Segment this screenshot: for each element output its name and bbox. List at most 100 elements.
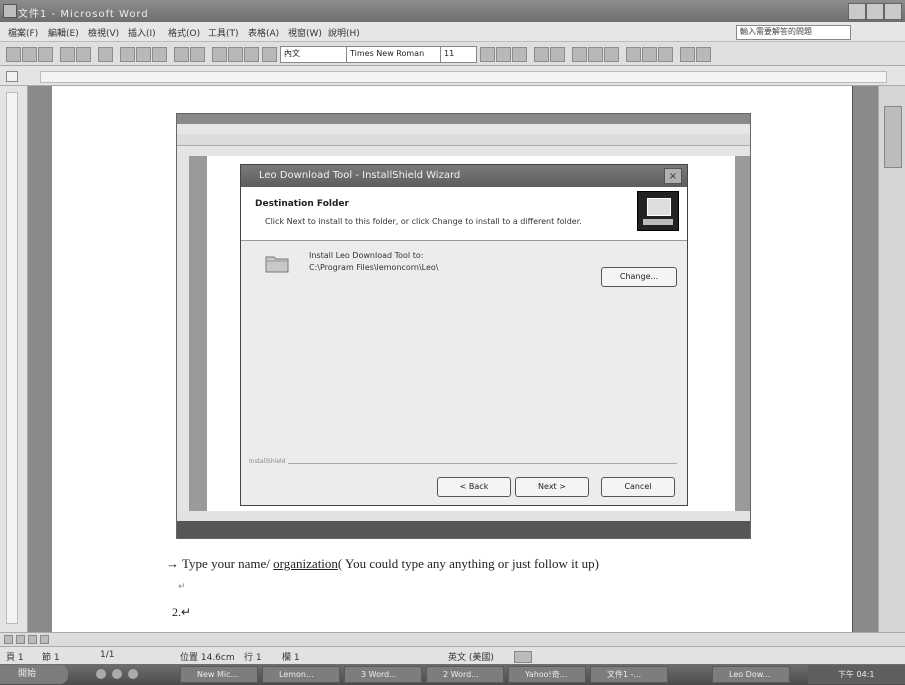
preview-icon[interactable] xyxy=(76,47,91,62)
install-label: Install Leo Download Tool to: xyxy=(309,251,424,260)
quicklaunch-icon[interactable] xyxy=(96,669,106,679)
embedded-taskbar xyxy=(177,521,750,538)
monitor-icon xyxy=(647,198,671,216)
drawing-icon[interactable] xyxy=(244,47,259,62)
system-tray: 下午 04:1 xyxy=(808,665,905,684)
task-button[interactable]: Yahoo!奇... xyxy=(508,666,586,683)
italic-icon[interactable] xyxy=(496,47,511,62)
quicklaunch-icon[interactable] xyxy=(128,669,138,679)
dialog-header-title: Destination Folder xyxy=(255,199,349,209)
status-pages: 1/1 xyxy=(100,650,115,660)
embedded-statusbar xyxy=(177,511,750,521)
embedded-menubar xyxy=(177,124,750,134)
window-title: 文件1 - Microsoft Word xyxy=(18,9,149,20)
menu-window[interactable]: 視窗(W) xyxy=(288,26,322,39)
scroll-thumb[interactable] xyxy=(884,106,902,168)
outline-view-icon[interactable] xyxy=(40,635,49,644)
web-view-icon[interactable] xyxy=(16,635,25,644)
underline-icon[interactable] xyxy=(512,47,527,62)
menu-insert[interactable]: 插入(I) xyxy=(128,26,156,39)
vertical-ruler-scale xyxy=(6,92,18,624)
list-item-number[interactable]: 2.↵ xyxy=(172,605,191,620)
dialog-titlebar[interactable]: Leo Download Tool - InstallShield Wizard xyxy=(241,165,687,187)
installshield-dialog: Leo Download Tool - InstallShield Wizard… xyxy=(240,164,688,506)
menu-file[interactable]: 檔案(F) xyxy=(8,26,38,39)
help-question-input[interactable]: 輸入需要解答的問題 xyxy=(736,25,851,40)
align-right-icon[interactable] xyxy=(604,47,619,62)
quicklaunch-icon[interactable] xyxy=(112,669,122,679)
save-icon[interactable] xyxy=(38,47,53,62)
menu-view[interactable]: 檢視(V) xyxy=(88,26,119,39)
word-app-icon xyxy=(3,4,17,18)
char-shading-icon[interactable] xyxy=(550,47,565,62)
columns-icon[interactable] xyxy=(228,47,243,62)
task-button[interactable]: Leo Dow... xyxy=(712,666,790,683)
bullets-icon[interactable] xyxy=(642,47,657,62)
undo-icon[interactable] xyxy=(174,47,189,62)
normal-view-icon[interactable] xyxy=(4,635,13,644)
menu-tools[interactable]: 工具(T) xyxy=(208,26,239,39)
numbering-icon[interactable] xyxy=(626,47,641,62)
font-size-select[interactable]: 11 xyxy=(440,46,477,63)
menu-edit[interactable]: 編輯(E) xyxy=(48,26,79,39)
clock[interactable]: 下午 04:1 xyxy=(838,670,875,679)
styles-icon[interactable] xyxy=(262,47,277,62)
window-titlebar[interactable]: 文件1 - Microsoft Word xyxy=(0,0,905,22)
print-icon[interactable] xyxy=(60,47,75,62)
installshield-brand: InstallShield xyxy=(247,458,288,465)
copy-icon[interactable] xyxy=(136,47,151,62)
highlight-icon[interactable] xyxy=(680,47,695,62)
instruction-line[interactable]: → Type your name/ organization( You coul… xyxy=(166,556,599,572)
computer-icon xyxy=(637,191,679,231)
cut-icon[interactable] xyxy=(120,47,135,62)
new-icon[interactable] xyxy=(6,47,21,62)
task-button[interactable]: 2 Word... xyxy=(426,666,504,683)
start-button[interactable]: 開始 xyxy=(0,665,68,684)
tab-stop-selector[interactable] xyxy=(6,71,18,82)
task-button[interactable]: New Mic... xyxy=(180,666,258,683)
ruler-scale xyxy=(40,71,887,83)
maximize-button[interactable] xyxy=(866,3,884,20)
dialog-header: Destination Folder Click Next to install… xyxy=(241,187,687,241)
vertical-scrollbar[interactable] xyxy=(878,86,905,632)
back-button[interactable]: < Back xyxy=(437,477,511,497)
statusbar: 頁 1 節 1 1/1 位置 14.6cm 行 1 欄 1 英文 (美國) xyxy=(0,646,905,664)
horizontal-ruler[interactable] xyxy=(0,66,905,86)
redo-icon[interactable] xyxy=(190,47,205,62)
align-left-icon[interactable] xyxy=(572,47,587,62)
menu-help[interactable]: 說明(H) xyxy=(328,26,360,39)
style-select[interactable]: 內文 xyxy=(280,46,347,63)
dialog-header-subtitle: Click Next to install to this folder, or… xyxy=(265,217,582,226)
open-icon[interactable] xyxy=(22,47,37,62)
menu-table[interactable]: 表格(A) xyxy=(248,26,279,39)
menu-format[interactable]: 格式(O) xyxy=(168,26,200,39)
font-color-icon[interactable] xyxy=(696,47,711,62)
embedded-titlebar xyxy=(177,114,750,124)
task-button[interactable]: 文件1 -... xyxy=(590,666,668,683)
cancel-button[interactable]: Cancel xyxy=(601,477,675,497)
spelling-status-icon[interactable] xyxy=(514,651,532,663)
dialog-divider xyxy=(251,463,677,464)
spelling-icon[interactable] xyxy=(98,47,113,62)
status-column: 欄 1 xyxy=(282,653,300,663)
print-view-icon[interactable] xyxy=(28,635,37,644)
minimize-button[interactable] xyxy=(848,3,866,20)
task-button[interactable]: 3 Word... xyxy=(344,666,422,683)
dialog-close-button[interactable]: × xyxy=(664,168,682,184)
taskbar: 開始 New Mic... Lemon... 3 Word... 2 Word.… xyxy=(0,664,905,685)
instruction-underlined: organization xyxy=(273,556,338,571)
close-button[interactable] xyxy=(884,3,902,20)
paste-icon[interactable] xyxy=(152,47,167,62)
embedded-ruler xyxy=(177,146,750,156)
task-button[interactable]: Lemon... xyxy=(262,666,340,683)
char-border-icon[interactable] xyxy=(534,47,549,62)
table-icon[interactable] xyxy=(212,47,227,62)
font-select[interactable]: Times New Roman xyxy=(346,46,441,63)
horizontal-scrollbar[interactable] xyxy=(0,632,905,646)
next-button[interactable]: Next > xyxy=(515,477,589,497)
align-center-icon[interactable] xyxy=(588,47,603,62)
vertical-ruler[interactable] xyxy=(0,86,28,632)
change-button[interactable]: Change... xyxy=(601,267,677,287)
bold-icon[interactable] xyxy=(480,47,495,62)
indent-icon[interactable] xyxy=(658,47,673,62)
